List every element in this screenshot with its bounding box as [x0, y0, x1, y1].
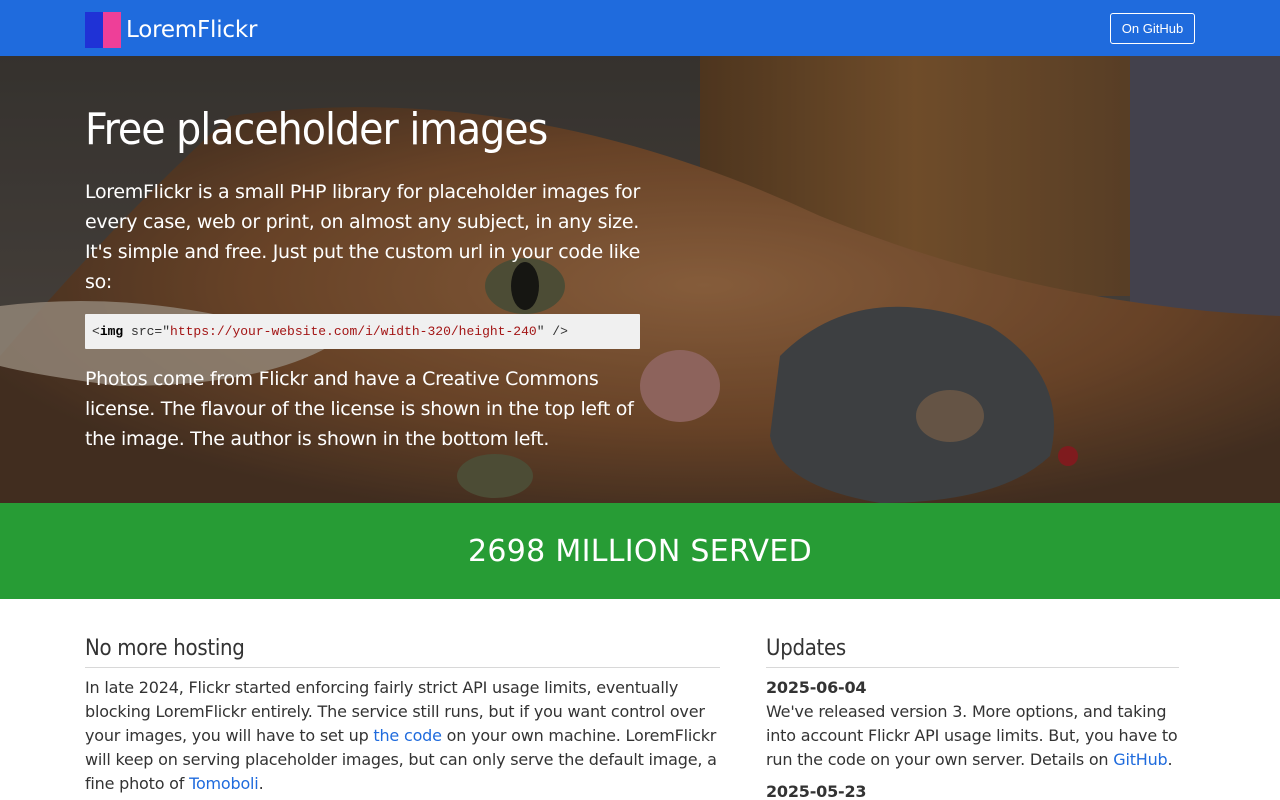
code-attr: src=" [123, 324, 171, 339]
hero-intro: LoremFlickr is a small PHP library for p… [85, 181, 640, 293]
logo-blue-square [85, 12, 103, 48]
the-code-link[interactable]: the code [373, 726, 442, 745]
code-tag: img [99, 324, 124, 339]
update-text: We've released version 3. More options, … [766, 700, 1179, 772]
hosting-text-3: . [258, 774, 264, 793]
navbar: LoremFlickr On GitHub [0, 0, 1280, 56]
update-text-2: . [1167, 750, 1173, 769]
hero-section: Free placeholder images LoremFlickr is a… [0, 56, 1280, 503]
hero-license-note: Photos come from Flickr and have a Creat… [85, 368, 634, 450]
brand-link[interactable]: LoremFlickr [85, 12, 257, 48]
github-link[interactable]: GitHub [1113, 750, 1167, 769]
loremflickr-logo-icon [85, 12, 121, 48]
no-more-hosting-text: In late 2024, Flickr started enforcing f… [85, 676, 720, 796]
update-date: 2025-06-04 [766, 678, 867, 697]
logo-pink-square [103, 12, 121, 48]
tomoboli-link[interactable]: Tomoboli [189, 774, 259, 793]
hero-title: Free placeholder images [85, 104, 548, 155]
brand-name: LoremFlickr [126, 17, 258, 43]
updates-section: Updates 2025-06-04 We've released versio… [766, 636, 1179, 800]
code-close: " /> [536, 324, 568, 339]
code-url: https://your-website.com/i/width-320/hei… [170, 324, 537, 339]
no-more-hosting-section: No more hosting In late 2024, Flickr sta… [85, 636, 720, 796]
no-more-hosting-title: No more hosting [85, 636, 720, 668]
served-count: 2698 MILLION SERVED [468, 533, 812, 569]
served-banner: 2698 MILLION SERVED [0, 503, 1280, 599]
example-code-snippet: < img src=" https://your-website.com/i/wid… [85, 314, 640, 349]
code-open-bracket: < [92, 324, 100, 339]
updates-title: Updates [766, 636, 1179, 668]
github-button[interactable]: On GitHub [1110, 13, 1195, 44]
update-date: 2025-05-23 [766, 782, 867, 800]
